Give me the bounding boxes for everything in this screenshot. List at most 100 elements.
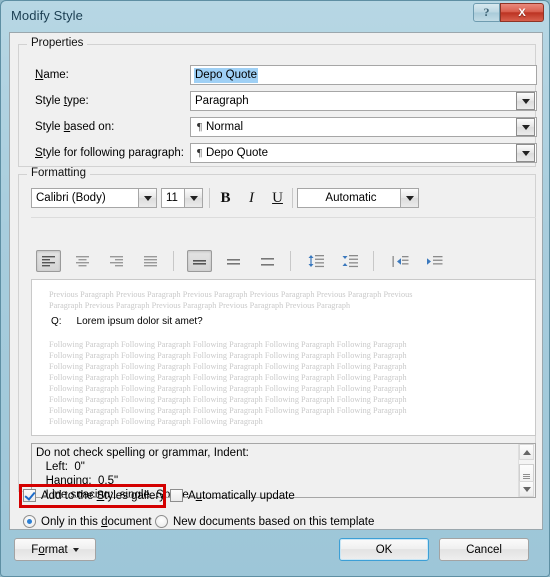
automatically-update-checkbox[interactable]: [170, 489, 183, 502]
chevron-down-icon[interactable]: [516, 144, 535, 162]
style-following-dropdown[interactable]: ¶ Depo Quote: [190, 143, 537, 163]
name-label: Name:: [35, 69, 69, 81]
automatically-update-checkbox-row[interactable]: Automatically update: [170, 489, 295, 502]
only-this-document-label: Only in this document: [41, 515, 152, 528]
style-based-on-value: Normal: [205, 121, 244, 133]
only-this-document-radio-row[interactable]: Only in this document: [23, 515, 152, 528]
toolbar-divider: [31, 217, 536, 218]
modify-style-dialog: Modify Style ? X Properties Name: Depo Q…: [0, 0, 550, 577]
chevron-down-icon[interactable]: [516, 118, 535, 136]
line-spacing-increase-button[interactable]: [304, 250, 329, 272]
preview-following-line-1: Following Paragraph Following Paragraph …: [49, 351, 407, 360]
style-following-label: Style for following paragraph:: [35, 147, 184, 159]
underline-button[interactable]: U: [265, 187, 290, 209]
chevron-down-icon[interactable]: [516, 92, 535, 110]
dialog-footer: Format OK Cancel: [9, 530, 543, 570]
add-to-gallery-label: Add to the Styles gallery: [41, 489, 166, 502]
font-family-dropdown[interactable]: Calibri (Body): [31, 188, 157, 208]
chevron-down-icon: [72, 547, 79, 552]
preview-sample-text: Q: Lorem ipsum dolor sit amet?: [51, 316, 203, 327]
dialog-content: Properties Name: Depo Quote Style type: …: [9, 32, 543, 530]
preview-following-line-0: Following Paragraph Following Paragraph …: [49, 340, 407, 349]
preview-previous-line-0: Previous Paragraph Previous Paragraph Pr…: [49, 290, 413, 299]
description-scrollbar[interactable]: [518, 444, 535, 497]
font-size-dropdown[interactable]: 11: [161, 188, 203, 208]
automatically-update-label: Automatically update: [188, 489, 295, 502]
help-icon[interactable]: ?: [473, 3, 500, 22]
toolbar-separator: [173, 251, 174, 271]
cancel-button-label: Cancel: [466, 543, 502, 556]
format-button-label: Format: [31, 543, 68, 556]
toolbar-separator: [290, 251, 291, 271]
increase-indent-icon: [427, 255, 443, 265]
caption-button-group: ? X: [473, 3, 544, 22]
preview-following-line-3: Following Paragraph Following Paragraph …: [49, 373, 407, 382]
toolbar-separator: [373, 251, 374, 271]
style-based-on-dropdown[interactable]: ¶ Normal: [190, 117, 537, 137]
window-title: Modify Style: [11, 8, 84, 23]
font-color-value: Automatic: [325, 192, 377, 204]
style-based-on-value-wrap: ¶ Normal: [191, 118, 516, 136]
name-input[interactable]: Depo Quote: [190, 65, 537, 85]
italic-button[interactable]: I: [239, 187, 264, 209]
close-icon[interactable]: X: [500, 3, 544, 22]
style-type-dropdown[interactable]: Paragraph: [190, 91, 537, 111]
line-spacing-double-icon: [261, 257, 274, 266]
toolbar-separator: [209, 188, 210, 208]
align-right-icon: [110, 255, 123, 266]
cancel-button[interactable]: Cancel: [439, 538, 529, 561]
align-left-button[interactable]: [36, 250, 61, 272]
chevron-down-icon[interactable]: [400, 189, 418, 207]
align-center-button[interactable]: [70, 250, 95, 272]
align-right-button[interactable]: [104, 250, 129, 272]
line-spacing-double-button[interactable]: [255, 250, 280, 272]
scroll-down-icon[interactable]: [519, 481, 534, 497]
new-documents-label: New documents based on this template: [173, 515, 375, 528]
only-this-document-radio[interactable]: [23, 515, 36, 528]
line-spacing-single-icon: [193, 259, 206, 265]
preview-following-line-2: Following Paragraph Following Paragraph …: [49, 362, 407, 371]
toolbar-separator: [292, 188, 293, 208]
style-following-value-wrap: ¶ Depo Quote: [191, 144, 516, 162]
format-button[interactable]: Format: [14, 538, 96, 561]
line-spacing-1-5-button[interactable]: [221, 250, 246, 272]
line-spacing-increase-icon: [308, 255, 324, 268]
font-family-value: Calibri (Body): [36, 192, 106, 204]
decrease-indent-button[interactable]: [388, 250, 413, 272]
new-documents-radio-row[interactable]: New documents based on this template: [155, 515, 374, 528]
properties-group-title: Properties: [27, 37, 88, 49]
increase-indent-button[interactable]: [422, 250, 447, 272]
chevron-down-icon[interactable]: [138, 189, 156, 207]
chevron-down-icon[interactable]: [184, 189, 202, 207]
preview-following-line-4: Following Paragraph Following Paragraph …: [49, 384, 407, 393]
style-type-value: Paragraph: [195, 95, 249, 107]
name-input-value: Depo Quote: [194, 68, 259, 83]
pilcrow-icon: ¶: [197, 121, 202, 133]
line-spacing-decrease-button[interactable]: [338, 250, 363, 272]
add-to-gallery-checkbox[interactable]: [23, 489, 36, 502]
add-to-gallery-checkbox-row[interactable]: Add to the Styles gallery: [23, 489, 165, 502]
scroll-up-icon[interactable]: [519, 444, 534, 460]
style-type-label: Style type:: [35, 95, 89, 107]
preview-following-line-6: Following Paragraph Following Paragraph …: [49, 406, 407, 415]
font-size-value: 11: [166, 192, 178, 204]
bold-button[interactable]: B: [213, 187, 238, 209]
title-bar[interactable]: Modify Style ? X: [1, 1, 549, 32]
preview-previous-line-1: Paragraph Previous Paragraph Previous Pa…: [49, 301, 351, 310]
align-justify-button[interactable]: [138, 250, 163, 272]
pilcrow-icon: ¶: [197, 147, 202, 159]
bold-icon: B: [220, 189, 231, 206]
align-justify-icon: [144, 255, 157, 266]
style-preview: Previous Paragraph Previous Paragraph Pr…: [31, 279, 536, 436]
font-color-dropdown[interactable]: Automatic: [297, 188, 419, 208]
decrease-indent-icon: [392, 255, 409, 267]
style-based-on-label: Style based on:: [35, 121, 115, 133]
ok-button[interactable]: OK: [339, 538, 429, 561]
line-spacing-single-button[interactable]: [187, 250, 212, 272]
ok-button-label: OK: [375, 543, 393, 556]
new-documents-radio[interactable]: [155, 515, 168, 528]
style-following-value: Depo Quote: [205, 147, 268, 159]
underline-icon: U: [272, 189, 283, 206]
formatting-group-title: Formatting: [27, 167, 90, 179]
align-left-icon: [42, 255, 55, 266]
